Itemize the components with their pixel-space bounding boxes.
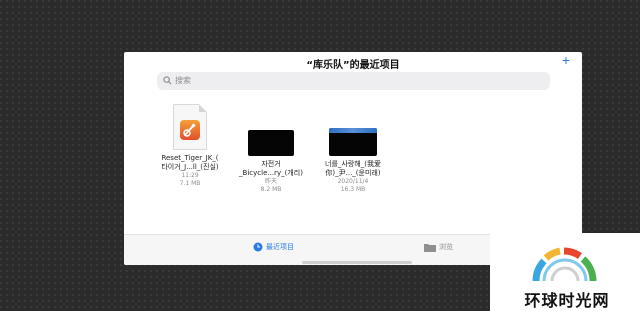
- file-size: 8.2 MB: [260, 186, 282, 193]
- file-name: 너를_사랑해_(我爱: [325, 160, 381, 168]
- video-thumbnail: [248, 130, 294, 156]
- folder-icon: [424, 243, 436, 252]
- file-name: Reset_Tiger_JK_(: [161, 154, 219, 162]
- file-name: 你)_尹..._(윤미래): [325, 169, 381, 177]
- file-name: 자전거: [261, 160, 281, 168]
- video-thumbnail: [329, 128, 377, 156]
- file-time: 2020/11/4: [337, 178, 369, 185]
- file-time: 11:29: [181, 172, 199, 179]
- search-input[interactable]: 搜索: [157, 72, 550, 90]
- tab-browse[interactable]: 浏览: [424, 242, 453, 252]
- header: “库乐队”的最近项目 +: [124, 52, 582, 74]
- tab-label: 最近项目: [266, 243, 294, 251]
- clock-icon: [253, 242, 263, 252]
- add-button[interactable]: +: [562, 53, 570, 67]
- file-time: 昨天: [264, 178, 277, 185]
- file-item[interactable]: 자전거 _Bicycle...ry_(개리) 昨天 8.2 MB: [233, 104, 309, 194]
- rainbow-arc-logo-icon: [532, 247, 597, 282]
- file-item[interactable]: 너를_사랑해_(我爱 你)_尹..._(윤미래) 2020/11/4 16.3 …: [315, 104, 391, 194]
- watermark-text: 环球时光网: [524, 291, 610, 310]
- home-indicator: [302, 261, 412, 264]
- garageband-file-icon: [173, 104, 207, 150]
- tab-label: 浏览: [439, 243, 453, 251]
- file-name: _Bicycle...ry_(개리): [239, 169, 303, 177]
- page-title: “库乐队”的最近项目: [306, 60, 400, 71]
- search-placeholder: 搜索: [175, 76, 191, 85]
- file-name: 타이거_J...ll_(진실): [161, 163, 219, 171]
- search-icon: [163, 76, 172, 85]
- file-size: 7.1 MB: [179, 180, 201, 187]
- file-item[interactable]: Reset_Tiger_JK_( 타이거_J...ll_(진실) 11:29 7…: [152, 104, 228, 188]
- file-size: 16.3 MB: [340, 186, 366, 193]
- watermark-logo: 环球时光网: [490, 233, 640, 311]
- tab-recent[interactable]: 最近项目: [253, 242, 294, 252]
